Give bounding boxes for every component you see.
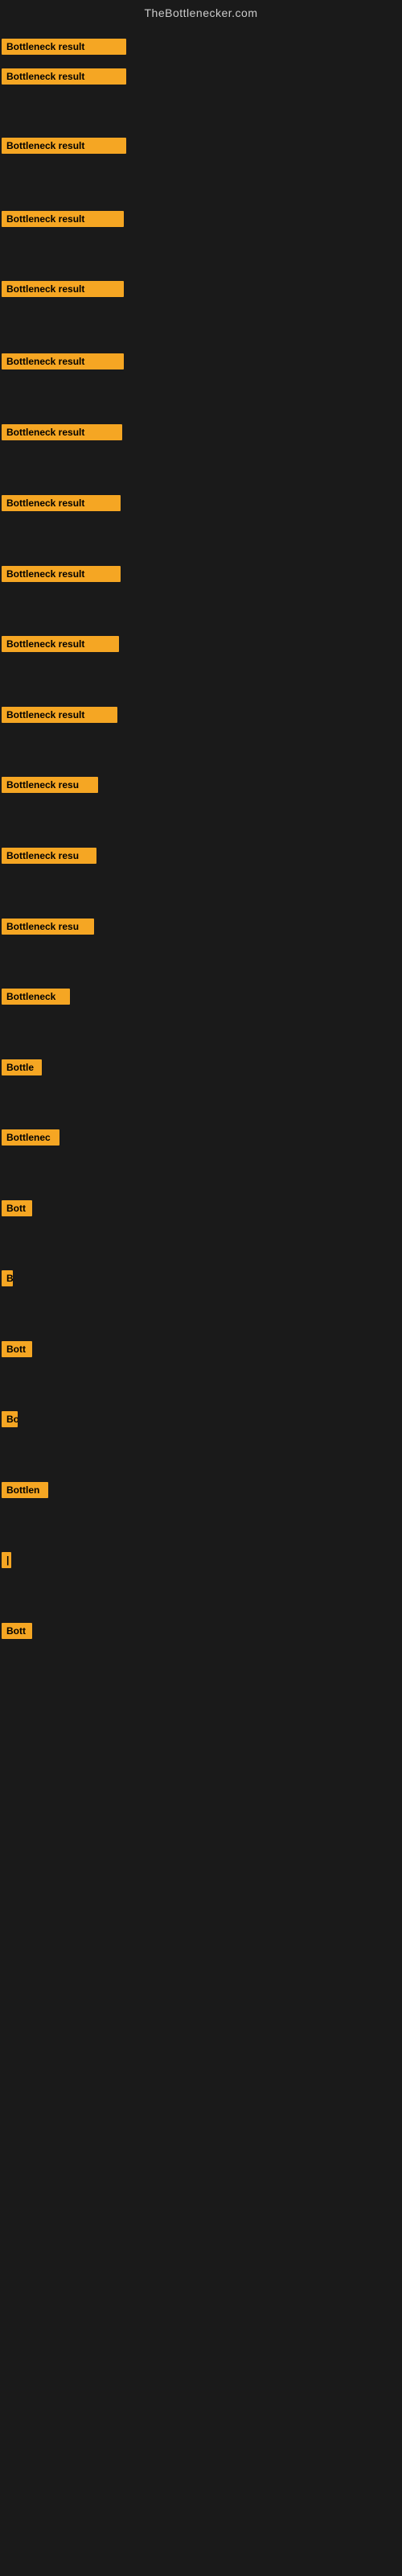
bottleneck-result-bar-8[interactable]: Bottleneck result [2, 495, 121, 511]
bottleneck-row-12: Bottleneck resu [2, 777, 98, 797]
bottleneck-row-11: Bottleneck result [2, 707, 117, 727]
bottleneck-result-bar-14[interactable]: Bottleneck resu [2, 919, 94, 935]
bottleneck-row-15: Bottleneck [2, 989, 70, 1009]
bottleneck-result-bar-13[interactable]: Bottleneck resu [2, 848, 96, 864]
bottleneck-result-bar-9[interactable]: Bottleneck result [2, 566, 121, 582]
bottleneck-row-21: Bo [2, 1411, 18, 1431]
bottleneck-result-bar-1[interactable]: Bottleneck result [2, 39, 126, 55]
bottleneck-row-13: Bottleneck resu [2, 848, 96, 868]
bottleneck-result-bar-19[interactable]: B [2, 1270, 13, 1286]
bottleneck-result-bar-10[interactable]: Bottleneck result [2, 636, 119, 652]
bottleneck-row-5: Bottleneck result [2, 281, 124, 301]
bottleneck-result-bar-7[interactable]: Bottleneck result [2, 424, 122, 440]
bottleneck-result-bar-11[interactable]: Bottleneck result [2, 707, 117, 723]
bottleneck-row-22: Bottlen [2, 1482, 48, 1502]
bottleneck-row-19: B [2, 1270, 13, 1290]
bottleneck-row-1: Bottleneck result [2, 39, 126, 59]
bottleneck-result-bar-24[interactable]: Bott [2, 1623, 32, 1639]
bottleneck-result-bar-2[interactable]: Bottleneck result [2, 68, 126, 85]
bottleneck-result-bar-3[interactable]: Bottleneck result [2, 138, 126, 154]
bottleneck-result-bar-4[interactable]: Bottleneck result [2, 211, 124, 227]
bottleneck-result-bar-16[interactable]: Bottle [2, 1059, 42, 1075]
bottleneck-result-bar-21[interactable]: Bo [2, 1411, 18, 1427]
bottleneck-row-3: Bottleneck result [2, 138, 126, 158]
bottleneck-row-20: Bott [2, 1341, 32, 1361]
bottleneck-row-14: Bottleneck resu [2, 919, 94, 939]
bottleneck-row-9: Bottleneck result [2, 566, 121, 586]
bottleneck-result-bar-15[interactable]: Bottleneck [2, 989, 70, 1005]
bottleneck-row-10: Bottleneck result [2, 636, 119, 656]
site-title: TheBottlenecker.com [0, 0, 402, 23]
bottleneck-row-6: Bottleneck result [2, 353, 124, 374]
bottleneck-row-24: Bott [2, 1623, 32, 1643]
bottleneck-result-bar-12[interactable]: Bottleneck resu [2, 777, 98, 793]
bottleneck-row-7: Bottleneck result [2, 424, 122, 444]
bottleneck-result-bar-20[interactable]: Bott [2, 1341, 32, 1357]
bottleneck-row-23: | [2, 1552, 11, 1572]
bottleneck-result-bar-6[interactable]: Bottleneck result [2, 353, 124, 369]
bottleneck-row-8: Bottleneck result [2, 495, 121, 515]
bottleneck-result-bar-18[interactable]: Bott [2, 1200, 32, 1216]
bottleneck-result-bar-5[interactable]: Bottleneck result [2, 281, 124, 297]
bottleneck-row-17: Bottlenec [2, 1129, 59, 1150]
bottleneck-result-bar-17[interactable]: Bottlenec [2, 1129, 59, 1146]
bottleneck-row-16: Bottle [2, 1059, 42, 1080]
bottleneck-row-4: Bottleneck result [2, 211, 124, 231]
bottleneck-row-18: Bott [2, 1200, 32, 1220]
bottleneck-row-2: Bottleneck result [2, 68, 126, 89]
bottleneck-result-bar-23[interactable]: | [2, 1552, 11, 1568]
bottleneck-result-bar-22[interactable]: Bottlen [2, 1482, 48, 1498]
